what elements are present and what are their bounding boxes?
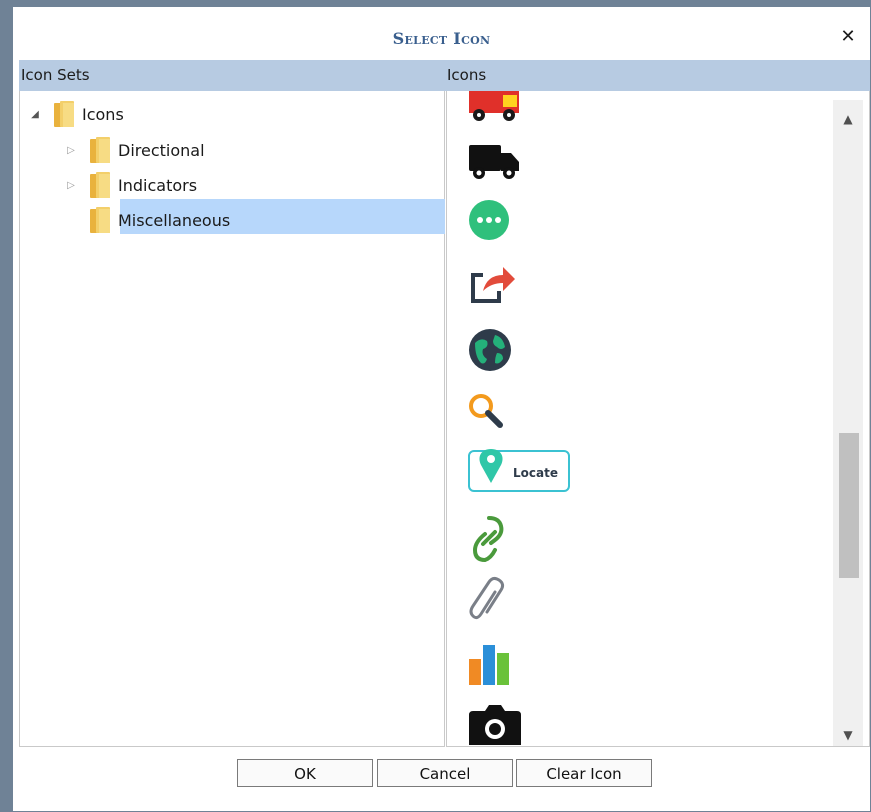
title-bar: Select Icon ✕ [13, 7, 870, 59]
icons-header: Icons [447, 66, 487, 84]
paperclip-icon[interactable] [467, 575, 527, 627]
scroll-down-icon[interactable]: ▼ [833, 720, 863, 750]
bar-chart-icon[interactable] [467, 637, 527, 689]
locate-icon[interactable]: Locate [467, 444, 577, 496]
share-icon[interactable] [467, 259, 527, 311]
collapse-arrow-icon[interactable]: ◢ [28, 109, 42, 120]
column-header: Icon Sets Icons [19, 60, 870, 91]
link-icon[interactable] [467, 513, 527, 565]
globe-icon[interactable] [467, 324, 527, 376]
clear-icon-button[interactable]: Clear Icon [516, 759, 652, 787]
ok-button[interactable]: OK [237, 759, 373, 787]
folder-icon [88, 170, 112, 200]
scroll-up-icon[interactable]: ▲ [833, 104, 863, 134]
locate-label: Locate [513, 466, 558, 480]
expand-arrow-icon[interactable]: ▷ [64, 145, 78, 156]
icon-sets-tree: ◢ Icons ▷ Directional ▷ Indicators Misce… [19, 91, 445, 747]
tree-item-label: Icons [82, 104, 124, 124]
select-icon-dialog: Select Icon ✕ Icon Sets Icons ◢ Icons ▷ [13, 7, 870, 811]
camera-icon[interactable] [467, 699, 527, 746]
dialog-title: Select Icon [392, 29, 491, 48]
expand-arrow-icon[interactable]: ▷ [64, 180, 78, 191]
tree-item-label: Indicators [118, 175, 198, 195]
icons-list: Locate [446, 91, 870, 747]
close-icon[interactable]: ✕ [838, 27, 858, 47]
folder-icon [88, 205, 112, 235]
folder-icon [88, 135, 112, 165]
cancel-button[interactable]: Cancel [377, 759, 513, 787]
dialog-footer: OK Cancel Clear Icon [19, 747, 870, 799]
search-icon[interactable] [467, 386, 527, 438]
scroll-thumb[interactable] [839, 433, 859, 578]
tree-item-icons[interactable]: ◢ Icons [28, 97, 124, 131]
icon-sets-header: Icon Sets [21, 66, 90, 84]
more-chat-icon[interactable] [467, 194, 527, 246]
tree-item-miscellaneous[interactable]: Miscellaneous [88, 203, 230, 237]
tree-item-directional[interactable]: ▷ Directional [64, 133, 205, 167]
truck-icon[interactable] [467, 135, 527, 187]
folder-icon [52, 99, 76, 129]
tree-item-label: Directional [118, 140, 205, 160]
tree-item-indicators[interactable]: ▷ Indicators [64, 168, 197, 202]
fire-truck-icon[interactable] [467, 91, 527, 131]
tree-item-label: Miscellaneous [118, 210, 231, 230]
icons-scrollbar[interactable]: ▲ ▼ [833, 100, 863, 746]
